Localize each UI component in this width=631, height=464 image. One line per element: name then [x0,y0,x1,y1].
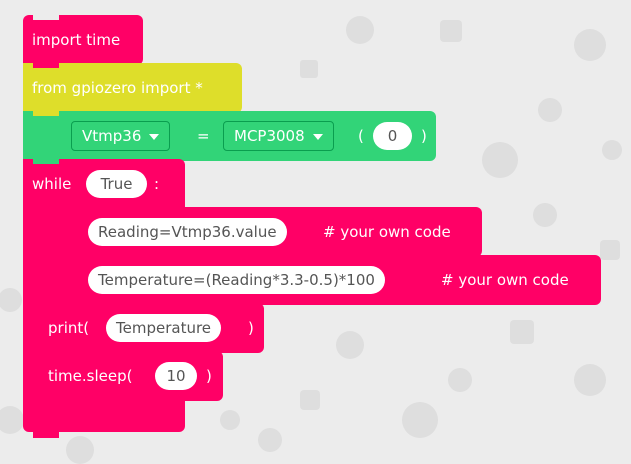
while-loop-arm [23,205,41,415]
while-colon: : [154,175,160,193]
equals-sign: = [197,127,210,145]
while-condition-input[interactable]: True [86,170,147,198]
while-loop-block[interactable]: while True : [23,158,185,209]
sleep-duration-input[interactable]: 10 [155,362,197,390]
from-gpiozero-import-label: from gpiozero import * [32,79,203,97]
print-argument-input[interactable]: Temperature [106,314,222,342]
while-footer-notch [33,432,59,438]
while-loop-footer [23,400,185,432]
sleep-block[interactable]: time.sleep( 10 ) [40,351,223,401]
import-time-label: import time [32,31,121,49]
from-gpiozero-import-block[interactable]: from gpiozero import * [23,62,242,113]
channel-input[interactable]: 0 [373,122,412,150]
chevron-down-icon [312,133,323,140]
reading-code-input[interactable]: Reading=Vtmp36.value [88,218,287,246]
assign-variable-block[interactable]: Vtmp36 = MCP3008 ( 0 ) [23,110,436,161]
class-dropdown[interactable]: MCP3008 [223,121,334,151]
close-paren: ) [421,127,427,145]
print-close-paren: ) [248,319,254,337]
sleep-close-paren: ) [206,367,212,385]
reading-comment: # your own code [323,223,451,241]
chevron-down-icon [149,133,160,140]
class-name: MCP3008 [234,127,305,145]
print-keyword: print( [48,319,90,337]
temperature-code-input[interactable]: Temperature=(Reading*3.3-0.5)*100 [88,266,385,294]
variable-name: Vtmp36 [82,127,142,145]
import-time-block[interactable]: import time [23,14,143,65]
reading-code-block[interactable]: Reading=Vtmp36.value # your own code [40,207,482,257]
sleep-keyword: time.sleep( [48,367,133,385]
while-keyword: while [32,175,72,193]
print-block[interactable]: print( Temperature ) [40,303,264,353]
variable-dropdown[interactable]: Vtmp36 [71,121,171,151]
open-paren: ( [358,127,364,145]
temperature-code-block[interactable]: Temperature=(Reading*3.3-0.5)*100 # your… [40,255,601,305]
temperature-comment: # your own code [441,271,569,289]
